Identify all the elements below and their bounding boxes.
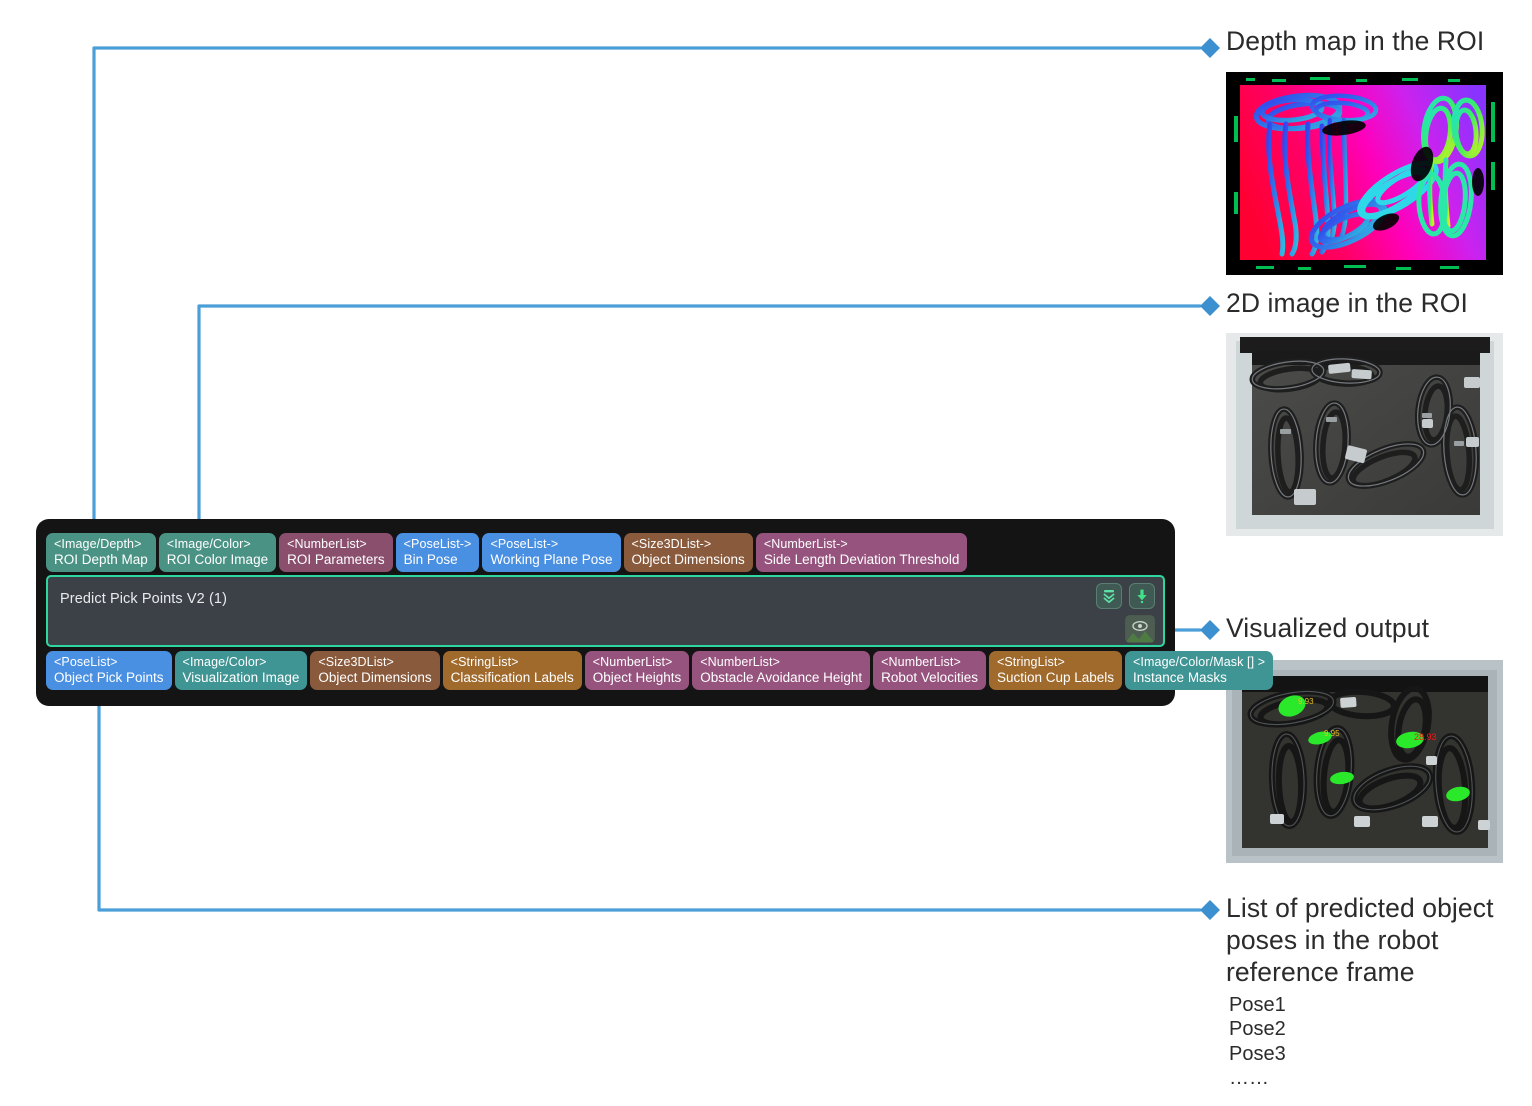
- input-port-row: <Image/Depth> ROI Depth Map <Image/Color…: [46, 533, 968, 573]
- predict-pick-points-node[interactable]: <Image/Depth> ROI Depth Map <Image/Color…: [36, 519, 1274, 706]
- port-type: <Image/Color>: [182, 655, 267, 669]
- port-type: <NumberList->: [763, 537, 848, 551]
- port-label: Robot Velocities: [881, 670, 978, 685]
- port-type: <NumberList>: [287, 537, 367, 551]
- score-label: 28.93: [1414, 732, 1437, 742]
- node-title: Predict Pick Points V2 (1): [60, 591, 227, 607]
- port-type: <PoseList->: [403, 537, 472, 551]
- port-label: ROI Depth Map: [54, 552, 148, 567]
- collapse-button[interactable]: [1096, 583, 1122, 609]
- annotation-2d-image: 2D image in the ROI: [1226, 288, 1468, 318]
- port-label: Visualization Image: [182, 670, 300, 685]
- port-type: <Image/Color>: [166, 537, 251, 551]
- eye-image-icon: [1126, 616, 1154, 642]
- output-port-row: <PoseList> Object Pick Points <Image/Col…: [46, 651, 1274, 691]
- list-item: Pose2: [1229, 1018, 1286, 1041]
- port-label: Object Dimensions: [318, 670, 432, 685]
- download-button[interactable]: [1129, 583, 1155, 609]
- port-type: <PoseList->: [490, 537, 559, 551]
- connector-2d-image: [197, 304, 1202, 530]
- depth-map-thumbnail[interactable]: [1226, 72, 1503, 275]
- double-chevron-down-icon: [1103, 590, 1115, 604]
- port-label: Suction Cup Labels: [996, 670, 1115, 685]
- score-label: 9.95: [1324, 729, 1340, 738]
- input-port-side-length-deviation-threshold[interactable]: <NumberList-> Side Length Deviation Thre…: [755, 533, 968, 573]
- port-type: <Size3DList>: [318, 655, 394, 669]
- port-label: Instance Masks: [1133, 670, 1227, 685]
- node-button-group: [1096, 583, 1155, 609]
- port-label: Obstacle Avoidance Height: [700, 670, 863, 685]
- port-type: <Image/Color/Mask [] >: [1133, 655, 1266, 669]
- input-port-roi-depth-map[interactable]: <Image/Depth> ROI Depth Map: [46, 533, 156, 573]
- port-type: <NumberList>: [881, 655, 961, 669]
- port-label: Object Pick Points: [54, 670, 164, 685]
- port-type: <PoseList>: [54, 655, 118, 669]
- port-label: Bin Pose: [403, 552, 458, 567]
- port-label: ROI Color Image: [166, 552, 269, 567]
- port-type: <NumberList>: [592, 655, 673, 669]
- output-port-object-dimensions[interactable]: <Size3DList> Object Dimensions: [310, 651, 440, 691]
- port-type: <NumberList>: [700, 655, 780, 669]
- arrow-diamond-2d: [1200, 296, 1220, 316]
- list-item: ……: [1229, 1067, 1269, 1090]
- arrow-diamond-depth: [1200, 38, 1220, 58]
- output-port-suction-cup-labels[interactable]: <StringList> Suction Cup Labels: [988, 651, 1123, 691]
- port-type: <Size3DList->: [631, 537, 712, 551]
- input-port-bin-pose[interactable]: <PoseList-> Bin Pose: [395, 533, 480, 573]
- output-port-robot-velocities[interactable]: <NumberList> Robot Velocities: [873, 651, 986, 691]
- roi-color-image-thumbnail[interactable]: [1226, 333, 1503, 536]
- annotation-depth-map: Depth map in the ROI: [1226, 26, 1485, 56]
- annotation-visualized-output: Visualized output: [1226, 613, 1430, 643]
- list-item: Pose1: [1229, 994, 1286, 1016]
- output-port-instance-masks[interactable]: <Image/Color/Mask [] > Instance Masks: [1125, 651, 1274, 691]
- list-item: Pose3: [1229, 1042, 1286, 1065]
- score-label: 9.93: [1298, 697, 1314, 706]
- input-port-object-dimensions[interactable]: <Size3DList-> Object Dimensions: [623, 533, 753, 573]
- port-type: <Image/Depth>: [54, 537, 142, 551]
- output-port-object-heights[interactable]: <NumberList> Object Heights: [584, 651, 690, 691]
- port-label: Classification Labels: [450, 670, 574, 685]
- visualize-button[interactable]: [1125, 615, 1155, 643]
- port-type: <StringList>: [450, 655, 519, 669]
- arrow-diamond-visualized: [1200, 620, 1220, 640]
- input-port-working-plane-pose[interactable]: <PoseList-> Working Plane Pose: [482, 533, 621, 573]
- output-port-object-pick-points[interactable]: <PoseList> Object Pick Points: [46, 651, 172, 691]
- connector-depth: [92, 46, 1202, 530]
- arrow-diamond-poses: [1200, 900, 1220, 920]
- annotation-pose-list: List of predicted object poses in the ro…: [1226, 893, 1502, 987]
- port-label: Side Length Deviation Threshold: [763, 552, 960, 567]
- input-port-roi-color-image[interactable]: <Image/Color> ROI Color Image: [158, 533, 277, 573]
- arrow-down-icon: [1137, 589, 1147, 603]
- port-label: Working Plane Pose: [490, 552, 613, 567]
- visualization-image-thumbnail[interactable]: 9.93 9.95 28.93 FinalScore: [1226, 660, 1503, 863]
- port-label: ROI Parameters: [287, 552, 385, 567]
- port-type: <StringList>: [996, 655, 1065, 669]
- output-port-visualization-image[interactable]: <Image/Color> Visualization Image: [174, 651, 308, 691]
- pose-list: Pose1 Pose2 Pose3 ……: [1229, 993, 1286, 1091]
- port-label: Object Heights: [592, 670, 682, 685]
- connector-pick-points: [97, 695, 1202, 912]
- output-port-classification-labels[interactable]: <StringList> Classification Labels: [442, 651, 582, 691]
- port-label: Object Dimensions: [631, 552, 745, 567]
- output-port-obstacle-avoidance-height[interactable]: <NumberList> Obstacle Avoidance Height: [692, 651, 871, 691]
- node-body[interactable]: Predict Pick Points V2 (1): [46, 575, 1165, 647]
- input-port-roi-parameters[interactable]: <NumberList> ROI Parameters: [279, 533, 393, 573]
